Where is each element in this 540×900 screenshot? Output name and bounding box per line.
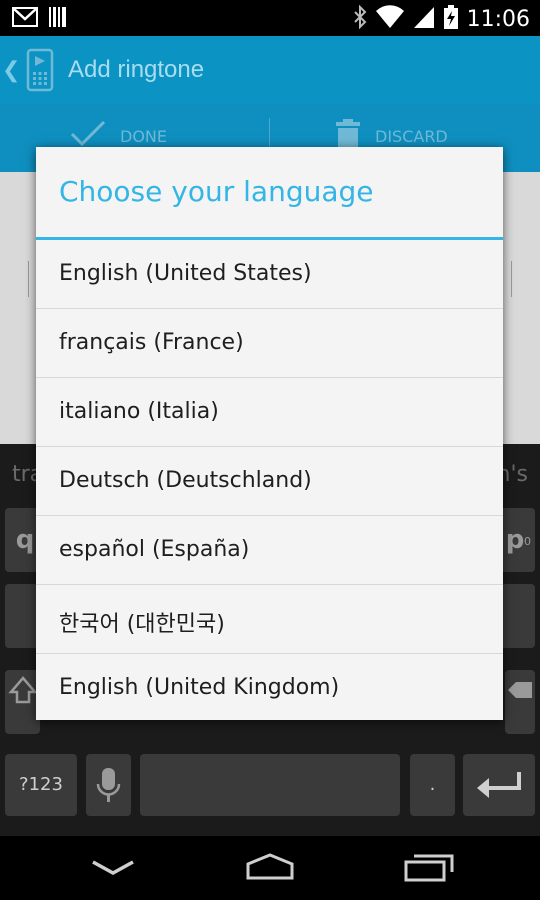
language-item[interactable]: English (United Kingdom) — [36, 654, 503, 723]
key-q-label: q — [15, 525, 35, 555]
shift-icon — [7, 676, 38, 717]
language-label: English (United Kingdom) — [59, 675, 340, 700]
backspace-key[interactable] — [505, 670, 535, 734]
microphone-icon — [86, 768, 131, 823]
language-label: français (France) — [59, 330, 244, 355]
language-item[interactable]: français (France) — [36, 309, 503, 378]
home-icon[interactable] — [244, 852, 296, 886]
period-key-label: . — [429, 774, 436, 795]
language-label: English (United States) — [59, 261, 312, 286]
key-row2-right[interactable] — [500, 584, 535, 648]
signal-icon — [413, 5, 435, 33]
language-item[interactable]: español (España) — [36, 516, 503, 585]
language-item[interactable]: Deutsch (Deutschland) — [36, 447, 503, 516]
language-item[interactable]: 한국어 (대한민국) — [36, 585, 503, 654]
notification-icons — [12, 6, 68, 32]
battery-icon — [443, 4, 459, 34]
system-icons: 11:06 — [353, 4, 530, 34]
symbols-key-label: ?123 — [19, 774, 63, 795]
field-edge — [511, 261, 512, 297]
app-icon[interactable] — [26, 48, 54, 92]
dialog-title: Choose your language — [59, 175, 374, 208]
navigation-bar — [0, 836, 540, 900]
backspace-icon — [506, 682, 534, 717]
key-row2-left[interactable] — [5, 584, 40, 648]
enter-key[interactable] — [463, 754, 535, 816]
app-title: Add ringtone — [68, 56, 205, 83]
language-item[interactable]: italiano (Italia) — [36, 378, 503, 447]
period-key[interactable]: . — [410, 754, 455, 816]
language-list: English (United States) français (France… — [36, 240, 503, 723]
bluetooth-icon — [353, 4, 367, 33]
back-icon[interactable] — [90, 858, 136, 882]
done-label: DONE — [120, 126, 167, 146]
enter-icon — [463, 772, 535, 823]
language-label: italiano (Italia) — [59, 399, 219, 424]
clock: 11:06 — [466, 6, 530, 32]
voice-input-key[interactable] — [86, 754, 131, 816]
language-item[interactable]: English (United States) — [36, 240, 503, 309]
barcode-icon — [48, 6, 68, 32]
recent-apps-icon[interactable] — [404, 852, 454, 886]
key-p-hint: 0 — [524, 535, 531, 548]
discard-label: DISCARD — [375, 126, 448, 146]
back-chevron-icon[interactable]: ❮ — [2, 58, 20, 83]
key-p-label: p — [505, 525, 525, 555]
field-edge — [28, 261, 29, 297]
wifi-icon — [375, 5, 405, 33]
gmail-icon — [12, 7, 38, 31]
action-bar: ❮ Add ringtone — [0, 36, 540, 104]
language-label: 한국어 (대한민국) — [59, 612, 225, 637]
language-label: Deutsch (Deutschland) — [59, 468, 312, 493]
language-label: español (España) — [59, 537, 250, 562]
status-bar: 11:06 — [0, 0, 540, 36]
shift-key[interactable] — [5, 670, 40, 734]
language-dialog: Choose your language English (United Sta… — [36, 147, 503, 720]
space-key[interactable] — [140, 754, 400, 816]
symbols-key[interactable]: ?123 — [5, 754, 77, 816]
